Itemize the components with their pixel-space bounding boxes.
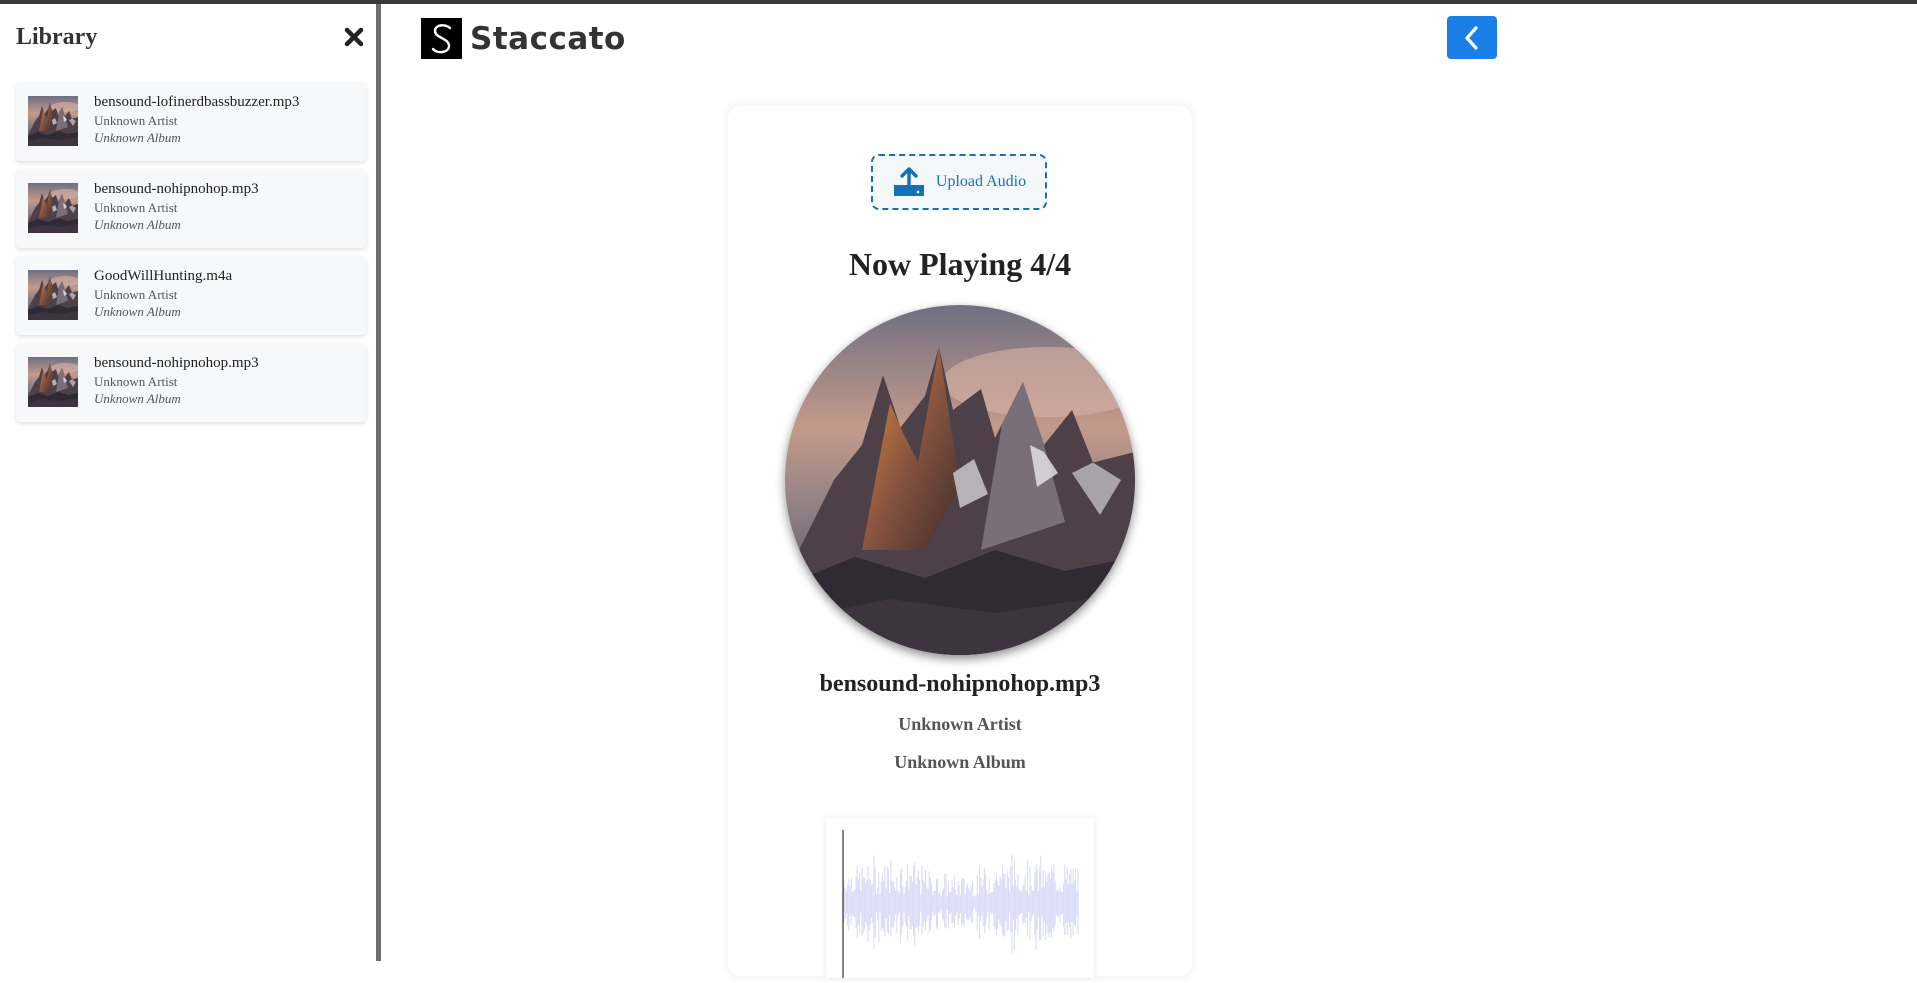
waveform-graphic[interactable] <box>826 818 1094 978</box>
track-album: Unknown Album <box>94 391 181 406</box>
now-playing-heading: Now Playing 4/4 <box>848 246 1072 282</box>
track-artist: Unknown Artist <box>94 374 178 389</box>
player-card: Upload Audio Now Playing 4/4 bensound-no… <box>728 106 1192 978</box>
logo-text: Staccato <box>470 20 626 57</box>
track-album: Unknown Album <box>94 304 181 319</box>
sidebar-title: Library <box>16 24 98 50</box>
track-item[interactable]: GoodWillHunting.m4a Unknown Artist Unkno… <box>16 256 366 335</box>
close-x-icon <box>344 27 364 47</box>
track-thumbnail <box>28 357 78 407</box>
waveform-player[interactable] <box>826 818 1094 978</box>
track-artist: Unknown Artist <box>94 113 178 128</box>
staccato-s-icon <box>431 23 451 53</box>
track-item[interactable]: bensound-nohipnohop.mp3 Unknown Artist U… <box>16 343 366 422</box>
song-title: bensound-nohipnohop.mp3 <box>819 671 1101 697</box>
close-sidebar-button[interactable] <box>339 22 369 52</box>
song-album: Unknown Album <box>894 752 1026 772</box>
upload-audio-button[interactable]: Upload Audio <box>871 154 1047 210</box>
album-cover <box>785 305 1135 655</box>
track-artist: Unknown Artist <box>94 200 178 215</box>
track-name: GoodWillHunting.m4a <box>94 268 233 284</box>
track-thumbnail <box>28 270 78 320</box>
track-list: bensound-lofinerdbassbuzzer.mp3 Unknown … <box>16 82 366 430</box>
logo-mark <box>421 18 462 59</box>
upload-audio-label: Upload Audio <box>935 173 1027 190</box>
track-name: bensound-nohipnohop.mp3 <box>94 355 259 371</box>
library-sidebar: Library bensound-lofinerdbassbuzzer.mp3 … <box>0 4 381 961</box>
track-name: bensound-lofinerdbassbuzzer.mp3 <box>94 94 300 110</box>
track-name: bensound-nohipnohop.mp3 <box>94 181 259 197</box>
song-artist: Unknown Artist <box>898 714 1022 734</box>
back-button[interactable] <box>1447 16 1497 59</box>
track-artist: Unknown Artist <box>94 287 178 302</box>
track-item[interactable]: bensound-nohipnohop.mp3 Unknown Artist U… <box>16 169 366 248</box>
track-thumbnail <box>28 96 78 146</box>
sidebar-header: Library <box>0 4 376 72</box>
track-item[interactable]: bensound-lofinerdbassbuzzer.mp3 Unknown … <box>16 82 366 161</box>
track-album: Unknown Album <box>94 130 181 145</box>
app-logo[interactable]: Staccato <box>421 18 626 59</box>
track-thumbnail <box>28 183 78 233</box>
upload-icon <box>893 167 924 196</box>
chevron-left-icon <box>1465 25 1478 50</box>
track-album: Unknown Album <box>94 217 181 232</box>
